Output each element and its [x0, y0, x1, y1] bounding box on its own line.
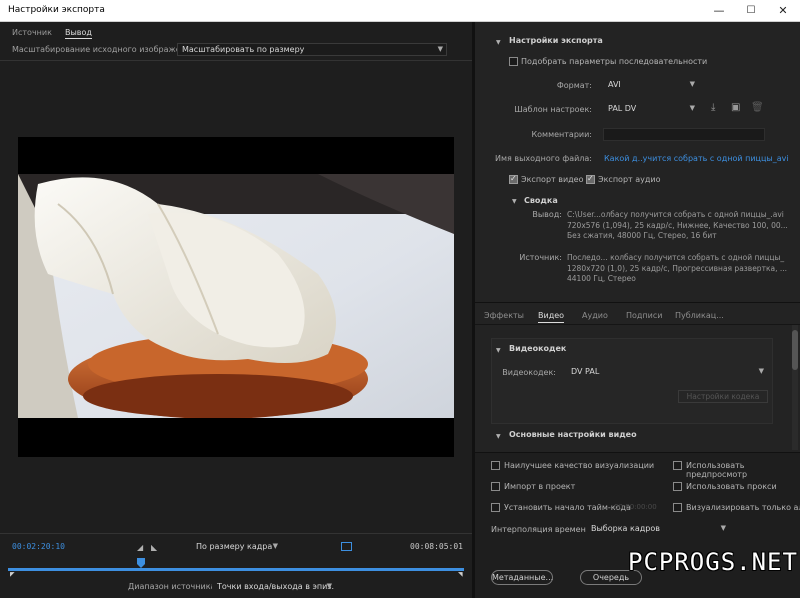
- match-sequence-checkbox[interactable]: [509, 57, 518, 66]
- fit-value: По размеру кадра: [196, 542, 273, 551]
- divider: [0, 533, 472, 534]
- scrollbar-thumb[interactable]: [792, 330, 798, 370]
- best-quality-label: Наилучшее качество визуализации: [504, 461, 655, 470]
- source-range-value: Точки входа/выхода в эпиз...: [217, 582, 336, 591]
- interpolation-value: Выборка кадров: [591, 524, 660, 533]
- range-end-icon[interactable]: ◥: [458, 571, 463, 578]
- scaling-dropdown[interactable]: Масштабировать по размеру ▼: [177, 43, 447, 56]
- match-sequence-label: Подобрать параметры последовательности: [521, 57, 708, 66]
- timeline-track[interactable]: [8, 568, 464, 571]
- render-alpha-label: Визуализировать только альфа: [686, 503, 800, 512]
- format-dropdown[interactable]: AVI ▼: [603, 78, 699, 91]
- divider: [0, 60, 472, 61]
- maximize-icon[interactable]: ☐: [735, 0, 767, 22]
- metadata-button[interactable]: Метаданные...: [491, 570, 553, 585]
- close-icon[interactable]: ✕: [767, 0, 799, 22]
- source-range-dropdown[interactable]: Точки входа/выхода в эпиз... ▼: [212, 580, 336, 593]
- scaling-label: Масштабирование исходного изображения:: [12, 45, 199, 54]
- source-range-label: Диапазон источника:: [128, 582, 219, 591]
- scaling-value: Масштабировать по размеру: [182, 45, 305, 54]
- interpolation-label: Интерполяция времени:: [491, 525, 594, 534]
- codec-label: Видеокодек:: [502, 368, 556, 377]
- summary-output-label: Вывод:: [532, 210, 562, 219]
- window-titlebar: Настройки экспорта — ☐ ✕: [0, 0, 800, 22]
- format-value: AVI: [608, 80, 621, 89]
- comments-label: Комментарии:: [531, 130, 592, 139]
- range-start-icon[interactable]: ◤: [10, 571, 15, 578]
- best-quality-checkbox[interactable]: [491, 461, 500, 470]
- summary-source-line: 1280x720 (1,0), 25 кадр/с, Прогрессивная…: [567, 263, 787, 273]
- save-preset-icon[interactable]: ⤓: [711, 102, 715, 113]
- render-alpha-checkbox[interactable]: [673, 503, 682, 512]
- chevron-down-icon: ▼: [689, 104, 695, 112]
- export-frame-icon[interactable]: [341, 542, 352, 551]
- summary-source-line: Последо... колбасу получится собрать с о…: [567, 253, 785, 262]
- preset-label: Шаблон настроек:: [514, 105, 592, 114]
- chevron-down-icon: ▼: [758, 367, 764, 375]
- export-audio-checkbox[interactable]: [586, 174, 595, 184]
- collapse-icon[interactable]: ▼: [496, 347, 501, 354]
- chevron-down-icon: ▼: [326, 582, 332, 590]
- tab-output[interactable]: Вывод: [65, 28, 92, 39]
- import-project-label: Импорт в проект: [504, 482, 576, 491]
- codec-value: DV PAL: [571, 367, 600, 376]
- video-frame: [18, 174, 454, 418]
- in-point-icon[interactable]: ◢: [137, 543, 143, 552]
- export-video-label: Экспорт видео: [521, 175, 584, 184]
- summary-source-line: 44100 Гц, Стерео: [567, 274, 636, 283]
- watermark: PCPROGS.NET: [628, 548, 798, 576]
- tab-video[interactable]: Видео: [538, 311, 565, 323]
- window-title: Настройки экспорта: [8, 5, 105, 15]
- timecode-value[interactable]: 00:00:00:00: [614, 503, 657, 511]
- format-label: Формат:: [556, 81, 592, 90]
- preset-value: PAL DV: [608, 104, 637, 113]
- output-name-link[interactable]: Какой д..учится собрать с одной пиццы_av…: [604, 154, 789, 163]
- minimize-icon[interactable]: —: [703, 0, 735, 22]
- out-point-icon[interactable]: ◣: [151, 543, 157, 552]
- export-settings-title: Настройки экспорта: [509, 36, 603, 45]
- summary-output-line: Без сжатия, 48000 Гц, Стерео, 16 бит: [567, 231, 717, 240]
- use-proxy-checkbox[interactable]: [673, 482, 682, 491]
- end-timecode: 00:08:05:01: [410, 542, 463, 551]
- use-proxy-label: Использовать прокси: [686, 482, 777, 491]
- collapse-icon[interactable]: ▼: [512, 198, 517, 205]
- use-previews-checkbox[interactable]: [673, 461, 682, 470]
- delete-preset-icon[interactable]: 🗑: [751, 102, 764, 113]
- import-project-checkbox[interactable]: [491, 482, 500, 491]
- divider: [475, 324, 800, 325]
- preset-dropdown[interactable]: PAL DV ▼: [603, 102, 699, 115]
- codec-settings-button[interactable]: Настройки кодека: [678, 390, 768, 403]
- tab-captions[interactable]: Подписи: [626, 311, 662, 320]
- collapse-icon[interactable]: ▼: [496, 39, 501, 46]
- comments-input[interactable]: [603, 128, 765, 141]
- chevron-down-icon: ▼: [437, 45, 443, 53]
- set-timecode-label: Установить начало тайм-кода: [504, 503, 631, 512]
- interpolation-dropdown[interactable]: Выборка кадров ▼: [586, 522, 730, 535]
- tab-audio[interactable]: Аудио: [582, 311, 608, 320]
- use-previews-label: Использовать предпросмотр: [686, 461, 748, 479]
- fit-dropdown[interactable]: По размеру кадра ▼: [191, 540, 282, 553]
- export-audio-label: Экспорт аудио: [598, 175, 661, 184]
- import-preset-icon[interactable]: ▣: [731, 102, 740, 113]
- collapse-icon[interactable]: ▼: [496, 433, 501, 440]
- tab-source[interactable]: Источник: [12, 28, 52, 37]
- summary-source-label: Источник:: [519, 253, 562, 262]
- basic-video-title: Основные настройки видео: [509, 430, 637, 439]
- summary-output-line: C:\User...олбасу получится собрать с одн…: [567, 210, 784, 219]
- current-timecode[interactable]: 00:02:20:10: [12, 542, 65, 551]
- summary-output-line: 720x576 (1,094), 25 кадр/с, Нижнее, Каче…: [567, 220, 788, 230]
- output-name-label: Имя выходного файла:: [495, 154, 592, 163]
- chevron-down-icon: ▼: [689, 80, 695, 88]
- set-timecode-checkbox[interactable]: [491, 503, 500, 512]
- tab-effects[interactable]: Эффекты: [484, 311, 524, 320]
- codec-section-title: Видеокодек: [509, 344, 567, 353]
- codec-dropdown[interactable]: DV PAL ▼: [566, 365, 768, 378]
- chevron-down-icon: ▼: [720, 524, 726, 532]
- chevron-down-icon: ▼: [272, 542, 278, 550]
- export-video-checkbox[interactable]: [509, 174, 518, 184]
- divider: [475, 302, 800, 303]
- summary-title: Сводка: [524, 196, 558, 205]
- tab-publish[interactable]: Публикац...: [675, 311, 724, 320]
